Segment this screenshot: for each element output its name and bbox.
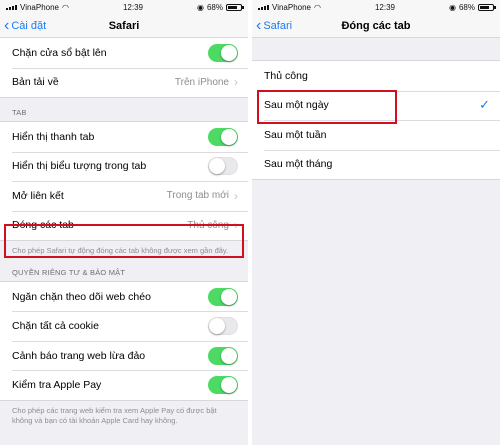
option-after-one-week[interactable]: Sau một tuần	[252, 120, 500, 150]
back-label: Safari	[263, 20, 293, 32]
row-show-icons-in-tabs: Hiển thị biểu tượng trong tab	[0, 151, 248, 182]
page-title: Safari	[108, 19, 140, 32]
prevent-tracking-toggle[interactable]	[208, 287, 238, 306]
option-after-one-day[interactable]: Sau một ngày ✓	[252, 90, 500, 121]
right-screen: VinaPhone ◠ 12:39 ◉ 68% ‹ Safari Đóng cá…	[252, 0, 500, 445]
option-label: Sau một ngày	[264, 99, 329, 112]
option-label: Sau một tuần	[264, 128, 327, 141]
row-label: Đóng các tab	[12, 219, 74, 232]
fraud-warning-toggle[interactable]	[208, 346, 238, 365]
carrier-label: VinaPhone	[272, 2, 311, 12]
option-label: Thủ công	[264, 69, 308, 82]
row-value: Trong tab mới	[166, 190, 229, 202]
battery-icon	[225, 3, 244, 11]
privacy-section-footer: Cho phép các trang web kiểm tra xem Appl…	[12, 405, 217, 425]
clock: 12:39	[374, 2, 395, 12]
battery-percent: 68%	[458, 2, 475, 12]
carrier-label: VinaPhone	[20, 2, 59, 12]
location-icon: ◉	[196, 2, 204, 12]
row-label: Hiển thị biểu tượng trong tab	[12, 160, 147, 173]
block-cookies-toggle[interactable]	[208, 317, 238, 335]
status-bar: VinaPhone ◠ 12:39 ◉ 68%	[0, 0, 248, 14]
row-label: Chặn tất cả cookie	[12, 320, 99, 332]
chevron-right-icon: ›	[234, 218, 238, 233]
popup-blocker-toggle[interactable]	[208, 43, 238, 62]
row-close-tabs[interactable]: Đóng các tab Thủ công ›	[0, 210, 248, 241]
settings-group-privacy: Ngăn chặn theo dõi web chéo Chặn tất cả …	[0, 280, 248, 401]
row-show-tab-bar: Hiển thị thanh tab	[0, 122, 248, 152]
battery-percent: 68%	[206, 2, 223, 12]
location-icon: ◉	[448, 2, 456, 12]
close-tabs-options: Thủ công Sau một ngày ✓ Sau một tuần Sau…	[252, 60, 500, 180]
row-label: Chặn cửa sổ bật lên	[12, 46, 107, 59]
show-icons-in-tabs-toggle[interactable]	[208, 157, 238, 176]
row-label: Bản tải về	[12, 76, 59, 89]
option-manual[interactable]: Thủ công	[252, 61, 500, 91]
back-button[interactable]: ‹ Cài đặt	[4, 14, 46, 38]
checkmark-icon: ✓	[479, 97, 490, 113]
row-prevent-tracking: Ngăn chặn theo dõi web chéo	[0, 282, 248, 312]
signal-icon	[6, 4, 17, 10]
back-label: Cài đặt	[11, 20, 47, 32]
row-value: Trên iPhone	[174, 76, 229, 88]
wifi-icon: ◠	[314, 2, 321, 12]
option-after-one-month[interactable]: Sau một tháng	[252, 149, 500, 180]
show-tab-bar-toggle[interactable]	[208, 127, 238, 146]
signal-icon	[258, 4, 269, 10]
row-downloads[interactable]: Bản tải về Trên iPhone ›	[0, 67, 248, 98]
row-label: Ngăn chặn theo dõi web chéo	[12, 290, 151, 303]
back-button[interactable]: ‹ Safari	[256, 14, 292, 38]
nav-bar: ‹ Safari Đóng các tab	[252, 14, 500, 38]
section-header-tab: TAB	[12, 108, 27, 117]
settings-group-top: Chặn cửa sổ bật lên Bản tải về Trên iPho…	[0, 38, 248, 98]
row-value: Thủ công	[187, 219, 229, 231]
row-label: Kiểm tra Apple Pay	[12, 379, 102, 391]
row-label: Cảnh báo trang web lừa đảo	[12, 349, 146, 362]
tab-section-footer: Cho phép Safari tự động đóng các tab khô…	[12, 246, 229, 255]
settings-group-tab: Hiển thị thanh tab Hiển thị biểu tượng t…	[0, 121, 248, 241]
row-label: Hiển thị thanh tab	[12, 130, 95, 143]
nav-bar: ‹ Cài đặt Safari	[0, 14, 248, 38]
option-label: Sau một tháng	[264, 158, 333, 171]
row-label: Mở liên kết	[12, 189, 64, 202]
row-open-links[interactable]: Mở liên kết Trong tab mới ›	[0, 181, 248, 211]
section-header-privacy: QUYỀN RIÊNG TƯ & BẢO MẬT	[12, 267, 126, 277]
row-fraud-warning: Cảnh báo trang web lừa đảo	[0, 340, 248, 371]
chevron-left-icon: ‹	[4, 17, 10, 34]
page-title: Đóng các tab	[341, 19, 411, 32]
status-bar: VinaPhone ◠ 12:39 ◉ 68%	[252, 0, 500, 14]
row-apple-pay: Kiểm tra Apple Pay	[0, 370, 248, 400]
row-block-cookies: Chặn tất cả cookie	[0, 311, 248, 341]
battery-icon	[477, 3, 496, 11]
chevron-right-icon: ›	[234, 75, 238, 90]
chevron-right-icon: ›	[234, 188, 238, 203]
clock: 12:39	[122, 2, 143, 12]
left-screen: VinaPhone ◠ 12:39 ◉ 68% ‹ Cài đặt Safari…	[0, 0, 248, 445]
apple-pay-toggle[interactable]	[208, 376, 238, 394]
row-popup-blocker: Chặn cửa sổ bật lên	[0, 38, 248, 68]
chevron-left-icon: ‹	[256, 17, 262, 34]
wifi-icon: ◠	[62, 2, 69, 12]
